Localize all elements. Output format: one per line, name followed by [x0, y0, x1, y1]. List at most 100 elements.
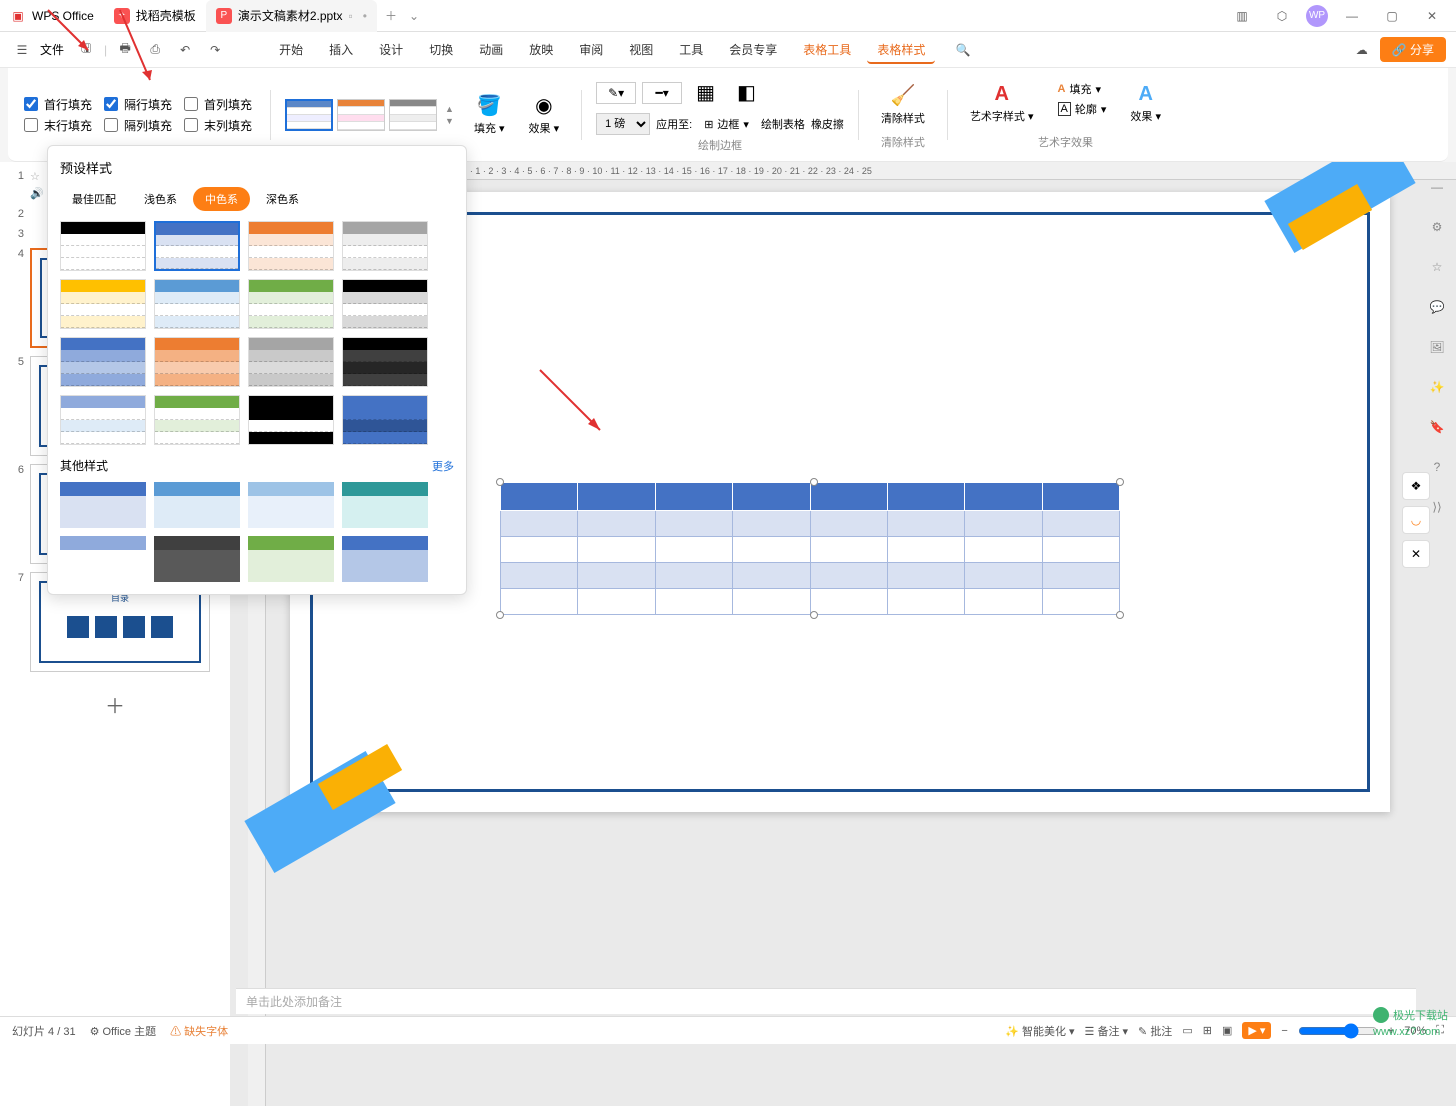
- style-opt[interactable]: [342, 337, 428, 387]
- missing-font-warning[interactable]: ⚠ 缺失字体: [170, 1023, 228, 1039]
- maximize-button[interactable]: ▢: [1376, 0, 1408, 32]
- star-icon[interactable]: ☆: [30, 170, 44, 183]
- check-last-row[interactable]: 末行填充: [20, 115, 96, 136]
- border-button[interactable]: ⊞ 边框 ▾: [698, 114, 755, 134]
- menu-table-style[interactable]: 表格样式: [867, 35, 935, 64]
- table[interactable]: [500, 482, 1120, 615]
- avatar[interactable]: WP: [1306, 5, 1328, 27]
- menu-slideshow[interactable]: 放映: [519, 35, 563, 64]
- clear-style-button[interactable]: 🧹清除样式: [873, 79, 933, 130]
- view-slideshow-icon[interactable]: ▶ ▾: [1242, 1022, 1271, 1039]
- style-opt[interactable]: [60, 221, 146, 271]
- check-first-row[interactable]: 首行填充: [20, 94, 96, 115]
- other-style[interactable]: [60, 536, 146, 582]
- rs-help-icon[interactable]: ?: [1425, 455, 1449, 479]
- menu-review[interactable]: 审阅: [569, 35, 613, 64]
- style-opt[interactable]: [248, 395, 334, 445]
- style-opt[interactable]: [248, 221, 334, 271]
- tab-medium[interactable]: 中色系: [193, 187, 250, 211]
- style-opt[interactable]: [154, 337, 240, 387]
- other-style[interactable]: [342, 482, 428, 528]
- check-banded-row[interactable]: 隔行填充: [100, 94, 176, 115]
- menu-start[interactable]: 开始: [269, 35, 313, 64]
- panel-icon[interactable]: ▥: [1226, 0, 1258, 32]
- tab-dark[interactable]: 深色系: [254, 187, 311, 211]
- notes-bar[interactable]: 单击此处添加备注: [236, 988, 1416, 1014]
- search-icon[interactable]: 🔍: [951, 38, 975, 62]
- other-style[interactable]: [342, 536, 428, 582]
- menu-transition[interactable]: 切换: [419, 35, 463, 64]
- style-preview-1[interactable]: [285, 99, 333, 131]
- art-outline-button[interactable]: A 轮廓 ▾: [1052, 99, 1113, 119]
- tab-overflow-icon[interactable]: ⌄: [405, 9, 423, 23]
- style-opt[interactable]: [60, 337, 146, 387]
- fill-button[interactable]: 🪣填充 ▾: [466, 89, 513, 140]
- notes-toggle[interactable]: ☰ 备注 ▾: [1085, 1023, 1129, 1039]
- style-opt[interactable]: [154, 395, 240, 445]
- tab-menu-icon[interactable]: ▫: [349, 9, 353, 23]
- menu-icon[interactable]: ☰: [10, 38, 34, 62]
- other-style[interactable]: [154, 482, 240, 528]
- rs-settings-icon[interactable]: ⚙: [1425, 215, 1449, 239]
- menu-animation[interactable]: 动画: [469, 35, 513, 64]
- comments-toggle[interactable]: ✎ 批注: [1138, 1023, 1172, 1039]
- view-normal-icon[interactable]: ▭: [1182, 1024, 1192, 1037]
- pen-color-icon[interactable]: ✎▾: [596, 82, 636, 104]
- tab-document[interactable]: P 演示文稿素材2.pptx ▫ •: [206, 0, 377, 32]
- art-fill-button[interactable]: A 填充 ▾: [1052, 79, 1113, 99]
- view-reading-icon[interactable]: ▣: [1222, 1024, 1232, 1037]
- menu-vip[interactable]: 会员专享: [719, 35, 787, 64]
- rs-chat-icon[interactable]: 💬: [1425, 295, 1449, 319]
- line-weight-select[interactable]: 1 磅: [596, 113, 650, 135]
- check-first-col[interactable]: 首列填充: [180, 94, 256, 115]
- draw-table-button[interactable]: ▦: [688, 76, 723, 109]
- other-style[interactable]: [60, 482, 146, 528]
- menu-view[interactable]: 视图: [619, 35, 663, 64]
- check-banded-col[interactable]: 隔列填充: [100, 115, 176, 136]
- art-style-button[interactable]: A艺术字样式 ▾: [962, 79, 1042, 128]
- cube-icon[interactable]: ⬡: [1266, 0, 1298, 32]
- style-opt[interactable]: [342, 221, 428, 271]
- sound-icon[interactable]: 🔊: [30, 187, 44, 200]
- add-slide-button[interactable]: ＋: [105, 696, 125, 718]
- rs-bookmark-icon[interactable]: 🔖: [1425, 415, 1449, 439]
- zoom-out-icon[interactable]: −: [1281, 1025, 1287, 1037]
- tab-best-match[interactable]: 最佳匹配: [60, 187, 128, 211]
- more-link[interactable]: 更多: [432, 458, 454, 474]
- menu-table-tools[interactable]: 表格工具: [793, 35, 861, 64]
- style-opt[interactable]: [60, 395, 146, 445]
- menu-insert[interactable]: 插入: [319, 35, 363, 64]
- style-opt[interactable]: [154, 221, 240, 271]
- cloud-icon[interactable]: ☁: [1350, 38, 1374, 62]
- check-last-col[interactable]: 末列填充: [180, 115, 256, 136]
- share-button[interactable]: 🔗 分享: [1380, 37, 1446, 62]
- view-sorter-icon[interactable]: ⊞: [1203, 1024, 1212, 1037]
- style-opt[interactable]: [60, 279, 146, 329]
- zoom-slider[interactable]: [1298, 1023, 1378, 1039]
- rs-sparkle-icon[interactable]: ✨: [1425, 375, 1449, 399]
- tab-close-icon[interactable]: •: [363, 9, 367, 23]
- style-opt[interactable]: [342, 395, 428, 445]
- other-style[interactable]: [154, 536, 240, 582]
- style-gallery[interactable]: ▲ ▼: [285, 99, 458, 131]
- beautify-button[interactable]: ✨ 智能美化 ▾: [1005, 1023, 1074, 1039]
- eraser-button[interactable]: ◧: [729, 76, 764, 109]
- theme-label[interactable]: ⚙ Office 主题: [90, 1023, 157, 1039]
- style-opt[interactable]: [154, 279, 240, 329]
- line-style-icon[interactable]: ━▾: [642, 82, 682, 104]
- tab-light[interactable]: 浅色系: [132, 187, 189, 211]
- other-style[interactable]: [248, 536, 334, 582]
- menu-tools[interactable]: 工具: [669, 35, 713, 64]
- style-preview-3[interactable]: [389, 99, 437, 131]
- rs-star-icon[interactable]: ☆: [1425, 255, 1449, 279]
- menu-design[interactable]: 设计: [369, 35, 413, 64]
- style-opt[interactable]: [342, 279, 428, 329]
- style-preview-2[interactable]: [337, 99, 385, 131]
- rs-collapse-icon[interactable]: ⟩⟩: [1425, 495, 1449, 519]
- style-opt[interactable]: [248, 279, 334, 329]
- minimize-button[interactable]: —: [1336, 0, 1368, 32]
- canvas-table[interactable]: [500, 482, 1120, 615]
- rs-minus-icon[interactable]: —: [1425, 175, 1449, 199]
- gallery-down-icon[interactable]: ▼: [445, 116, 454, 126]
- effect-button[interactable]: ◉效果 ▾: [521, 89, 568, 140]
